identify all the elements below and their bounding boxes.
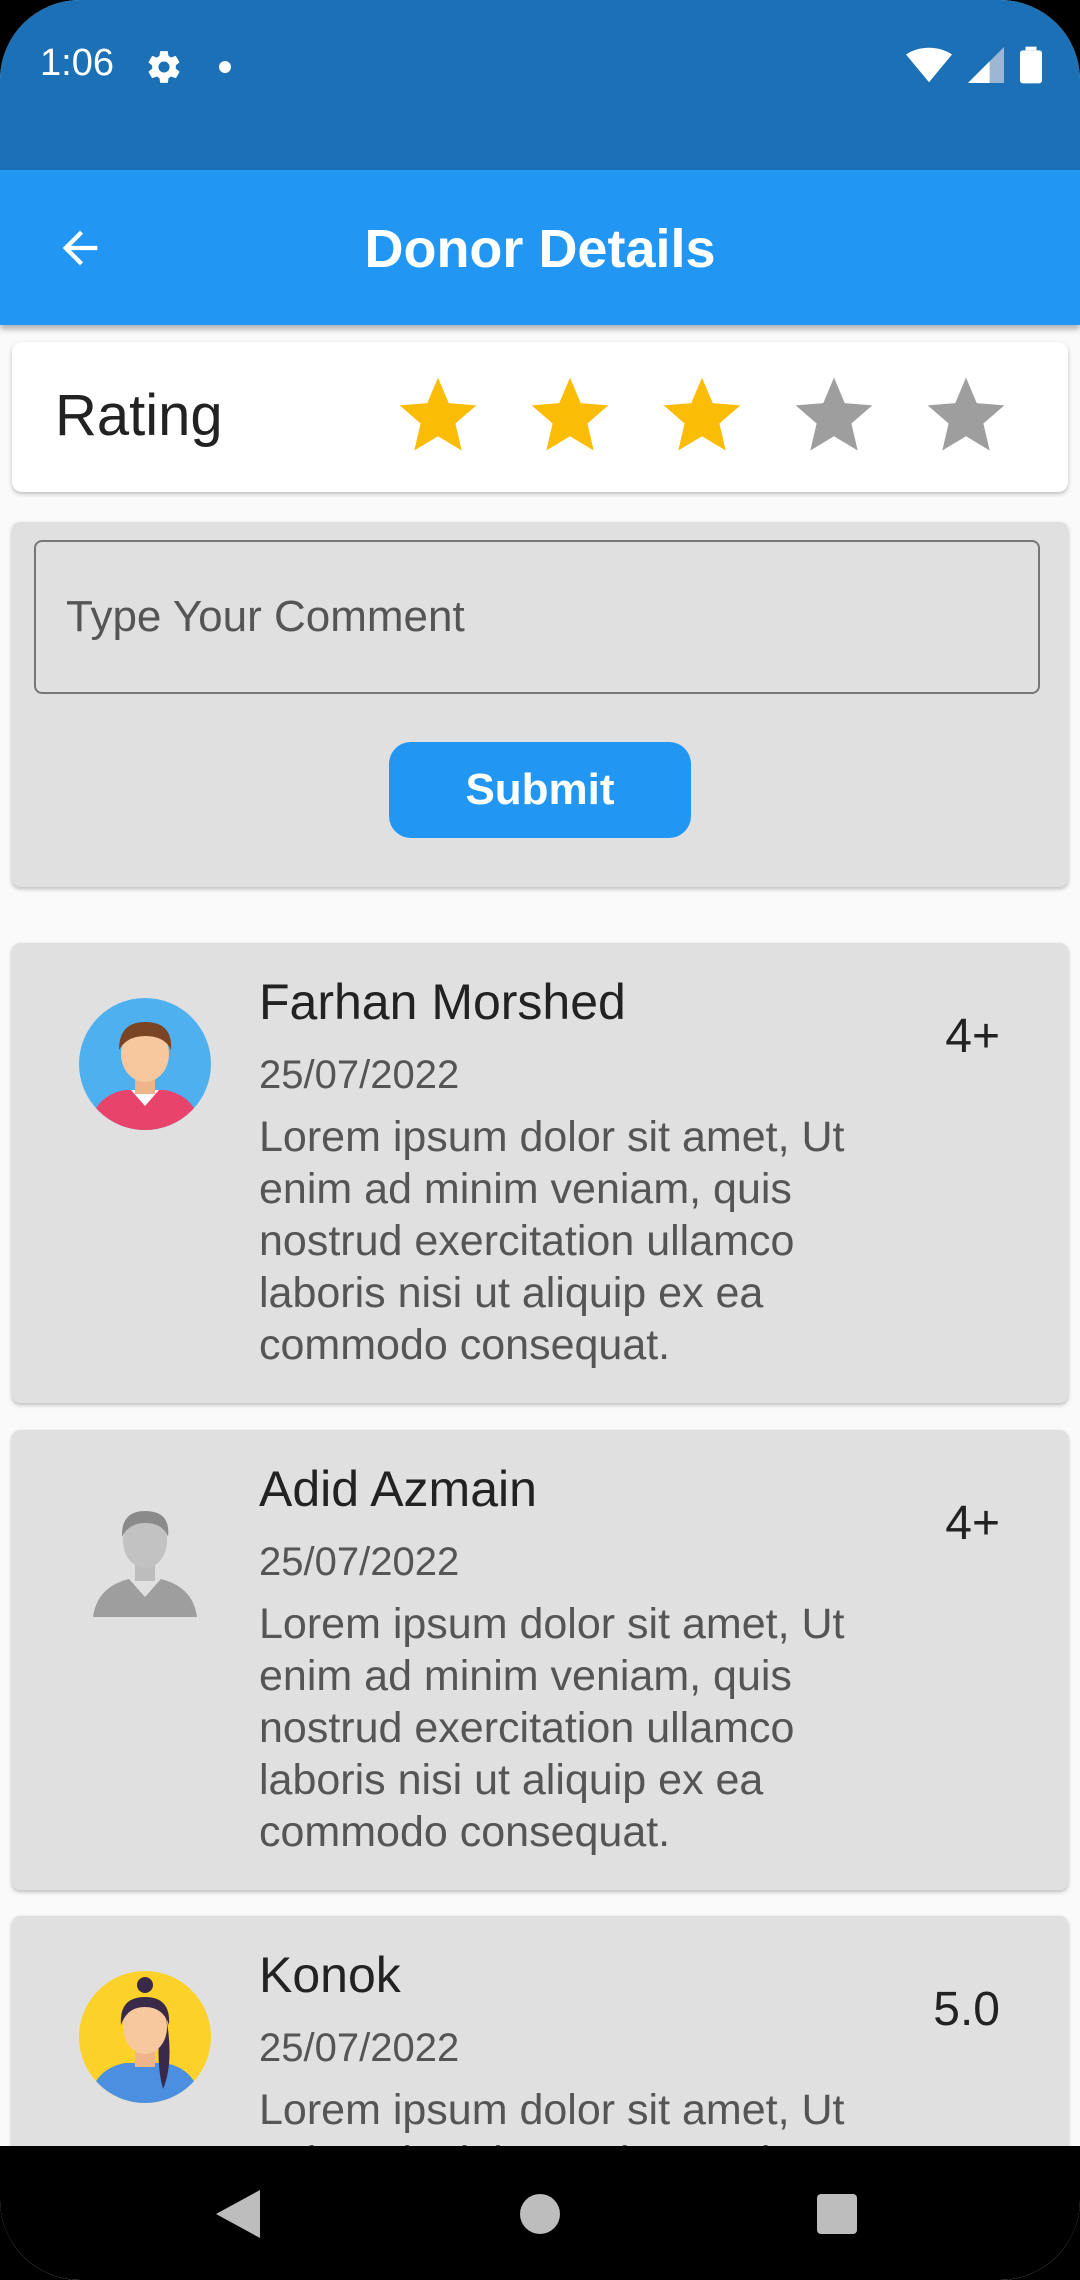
settings-gear-icon xyxy=(145,48,183,91)
review-score: 4+ xyxy=(945,1497,1000,1550)
rating-label: Rating xyxy=(55,383,223,448)
star-icon-3[interactable] xyxy=(656,370,748,462)
review-card[interactable]: Adid Azmain 25/07/2022 Lorem ipsum dolor… xyxy=(12,1430,1068,1890)
review-text: Lorem ipsum dolor sit amet, Ut enim ad m… xyxy=(259,1113,845,1369)
status-icons xyxy=(906,46,1042,84)
comment-input[interactable] xyxy=(34,540,1040,694)
review-date: 25/07/2022 xyxy=(259,1053,460,1097)
battery-icon xyxy=(1020,46,1042,84)
nav-recents-icon[interactable] xyxy=(817,2194,857,2234)
wifi-icon xyxy=(906,47,952,83)
default-user-icon xyxy=(93,1511,197,1617)
submit-button[interactable]: Submit xyxy=(389,742,691,838)
notification-dot-icon xyxy=(219,61,231,73)
cellular-signal-icon xyxy=(968,47,1004,83)
star-icon-4[interactable] xyxy=(788,370,880,462)
reviewer-name: Adid Azmain xyxy=(259,1461,537,1517)
review-date: 25/07/2022 xyxy=(259,2026,460,2070)
system-nav-bar xyxy=(0,2146,1080,2280)
review-text: Lorem ipsum dolor sit amet, Ut enim ad m… xyxy=(259,1600,845,1856)
star-rating[interactable] xyxy=(392,370,1012,462)
female-avatar-icon xyxy=(79,1971,211,2103)
status-time: 1:06 xyxy=(40,42,114,84)
reviewer-name: Farhan Morshed xyxy=(259,974,626,1030)
star-icon-2[interactable] xyxy=(524,370,616,462)
star-icon-1[interactable] xyxy=(392,370,484,462)
review-date: 25/07/2022 xyxy=(259,1540,460,1584)
male-avatar-icon xyxy=(79,998,211,1130)
comment-card: Submit xyxy=(12,522,1068,887)
review-score: 5.0 xyxy=(933,1983,1000,2036)
app-bar: Donor Details xyxy=(0,170,1080,325)
nav-home-icon[interactable] xyxy=(520,2194,560,2234)
nav-back-icon[interactable] xyxy=(216,2190,260,2238)
page-title: Donor Details xyxy=(364,219,716,279)
review-card[interactable]: Farhan Morshed 25/07/2022 Lorem ipsum do… xyxy=(12,943,1068,1403)
reviewer-name: Konok xyxy=(259,1947,401,2003)
phone-screen: 1:06 Donor Details Rating Submit xyxy=(0,0,1080,2280)
star-icon-5[interactable] xyxy=(920,370,1012,462)
rating-card: Rating xyxy=(12,342,1068,492)
status-bar: 1:06 xyxy=(0,0,1080,170)
review-score: 4+ xyxy=(945,1010,1000,1063)
